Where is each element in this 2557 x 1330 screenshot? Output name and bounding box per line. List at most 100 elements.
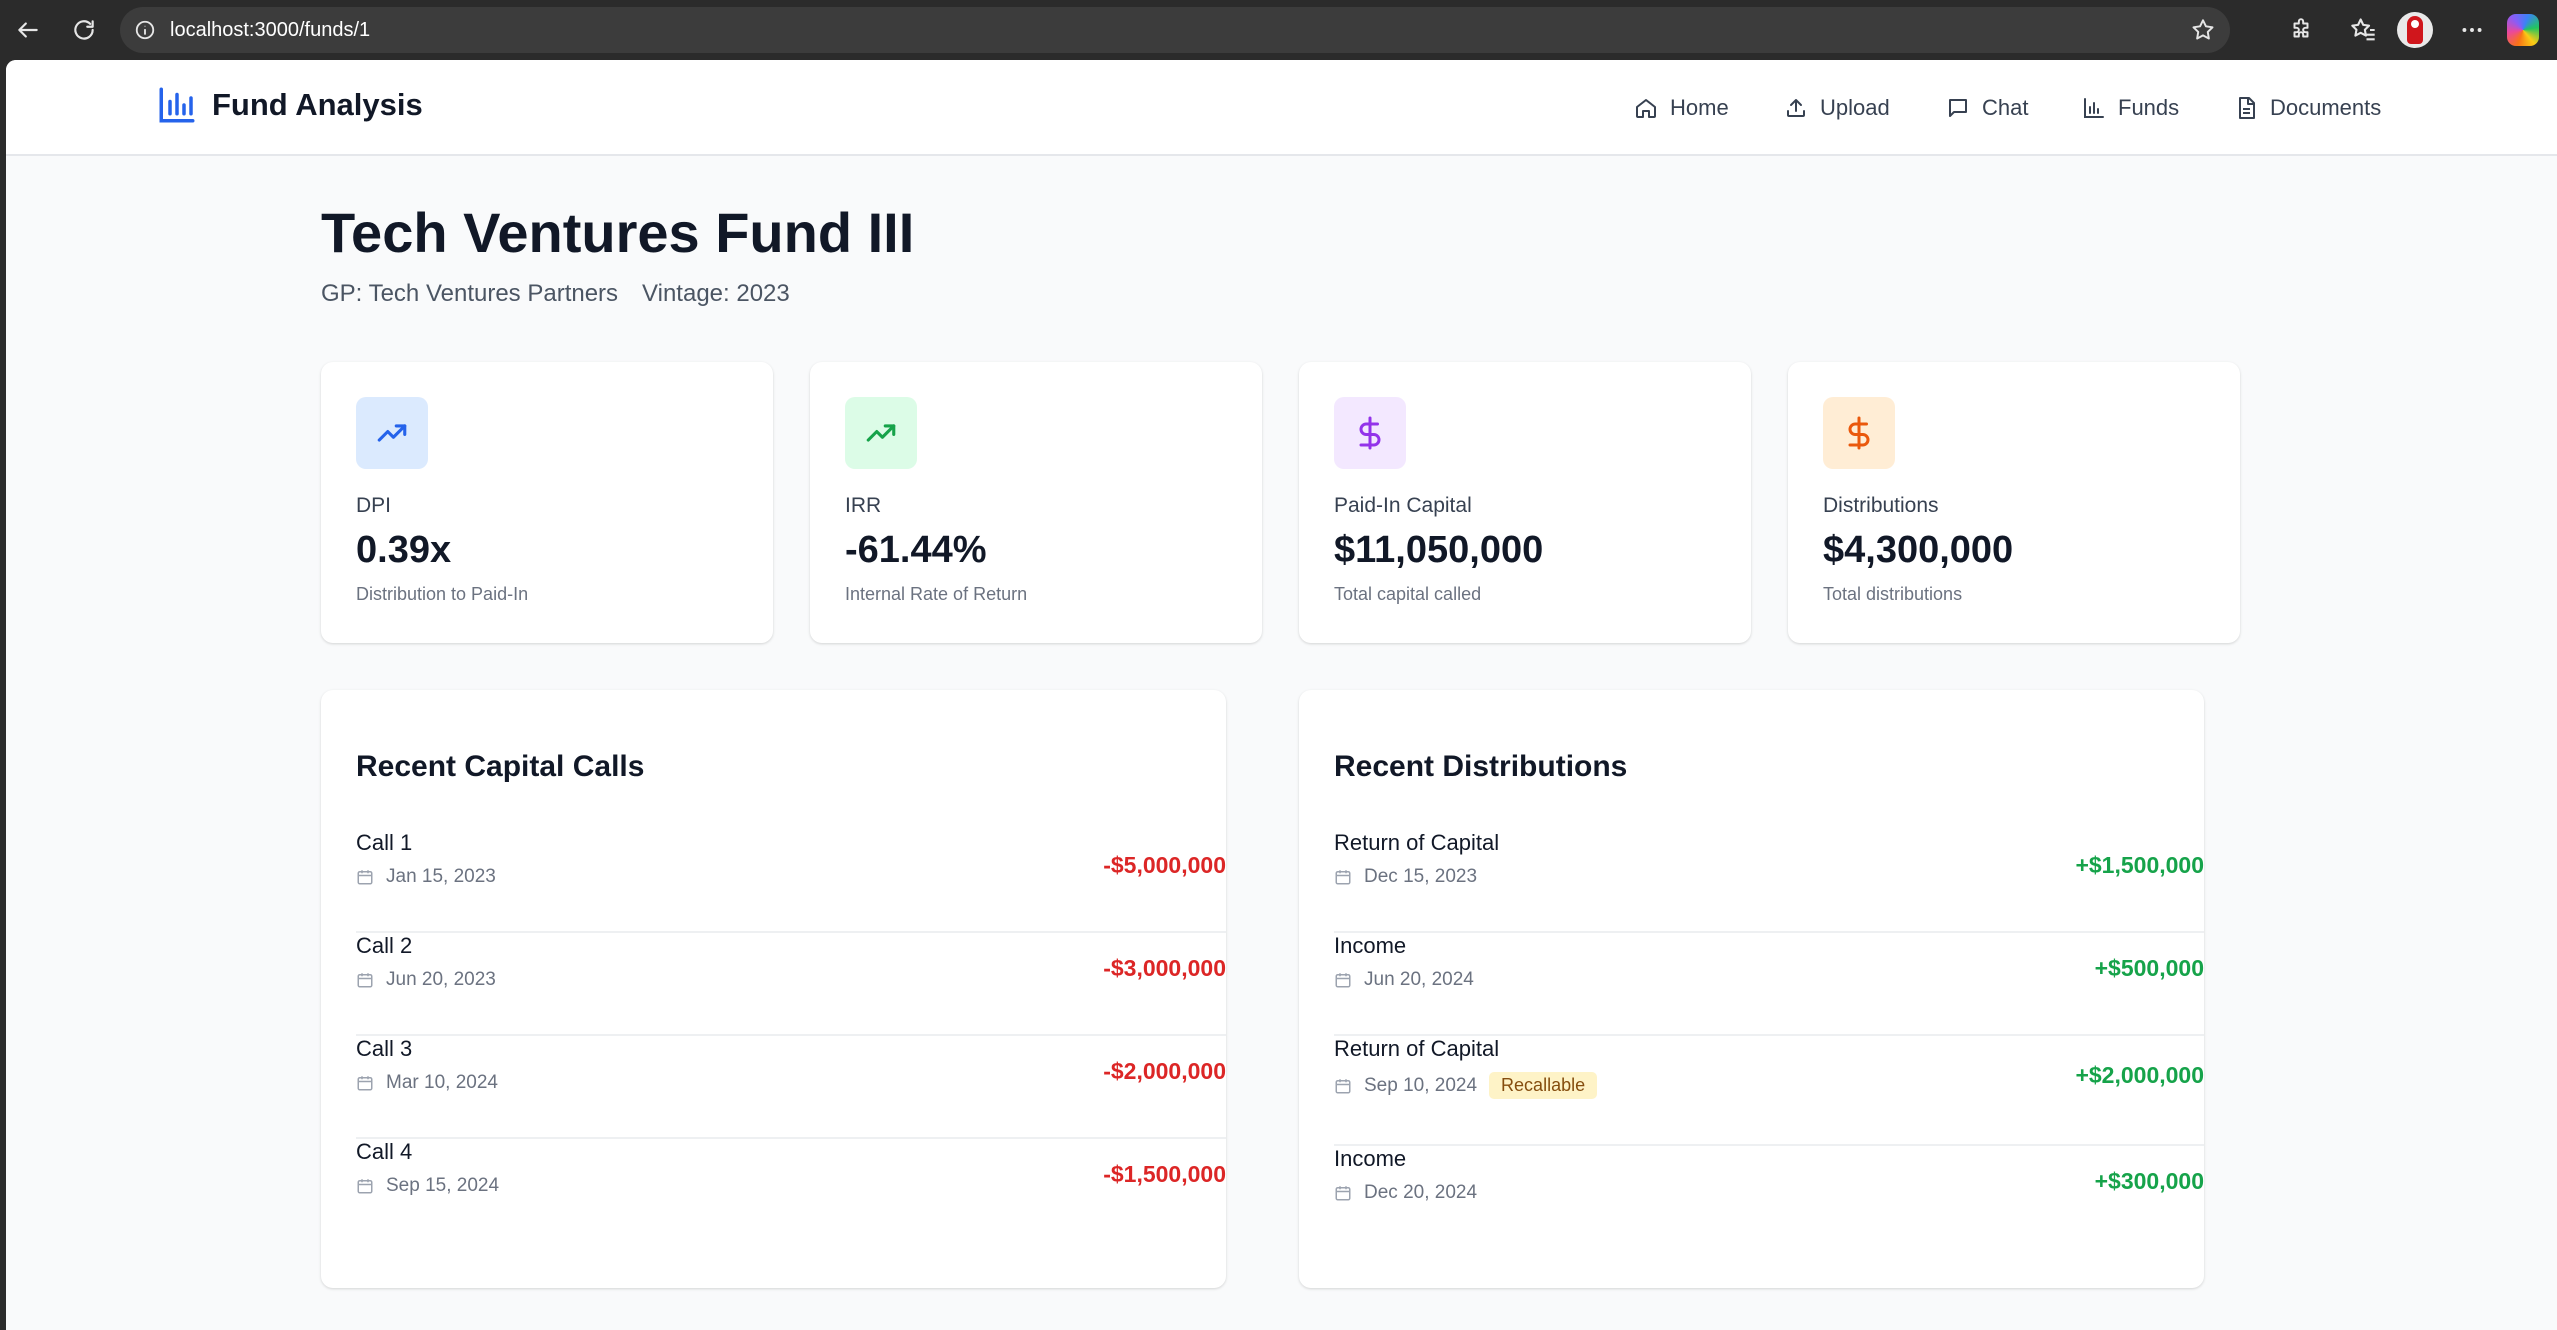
stat-description: Total capital called: [1334, 584, 1482, 604]
trending-up-icon: [356, 397, 428, 469]
row-title: Call 4: [356, 1139, 413, 1164]
copilot-icon[interactable]: [2507, 14, 2539, 46]
row-amount: +$300,000: [2094, 1168, 2204, 1194]
capital-call-row[interactable]: Call 1 Jan 15, 2023 -$5,000,000: [356, 830, 1226, 933]
row-amount: -$3,000,000: [1103, 955, 1226, 981]
back-arrow-icon[interactable]: [8, 10, 48, 50]
capital-calls-title: Recent Capital Calls: [356, 750, 645, 783]
stat-card-paid-in-capital: Paid-In Capital $11,050,000 Total capita…: [1299, 362, 1751, 643]
stat-description: Total distributions: [1823, 584, 1963, 604]
profile-avatar[interactable]: [2397, 12, 2433, 48]
favorites-icon[interactable]: [2343, 10, 2383, 50]
page-viewport: Fund Analysis Home Upload Chat Funds Doc…: [6, 60, 2557, 1330]
row-date-text: Jun 20, 2024: [1364, 969, 1474, 990]
capital-calls-card: Recent Capital Calls Call 1 Jan 15, 2023…: [321, 690, 1226, 1288]
row-date-text: Mar 10, 2024: [386, 1072, 498, 1093]
nav-upload[interactable]: Upload: [1784, 90, 1890, 126]
chat-icon: [1949, 99, 1967, 117]
row-date: Dec 15, 2023: [1334, 866, 1477, 888]
row-date: Dec 20, 2024: [1334, 1182, 1477, 1204]
document-icon: [2239, 97, 2255, 119]
nav-home[interactable]: Home: [1634, 90, 1729, 126]
distribution-row[interactable]: Return of Capital Sep 10, 2024 Recallabl…: [1334, 1036, 2204, 1146]
home-icon: [1636, 99, 1656, 118]
browser-toolbar: localhost:3000/funds/1: [0, 0, 2557, 60]
extensions-icon[interactable]: [2281, 10, 2321, 50]
nav-funds-label: Funds: [2118, 95, 2180, 120]
row-date-text: Dec 15, 2023: [1364, 866, 1478, 887]
row-date: Jun 20, 2023: [356, 969, 496, 991]
calendar-icon: [357, 1076, 373, 1091]
row-title: Call 2: [356, 933, 413, 958]
row-date-text: Dec 20, 2024: [1364, 1182, 1478, 1203]
fund-vintage: Vintage: 2023: [642, 280, 790, 307]
stat-label: DPI: [356, 494, 392, 517]
stat-description: Distribution to Paid-In: [356, 584, 529, 604]
row-title: Income: [1334, 1146, 1407, 1171]
row-date-text: Sep 10, 2024: [1364, 1074, 1478, 1096]
stat-card-dpi: DPI 0.39x Distribution to Paid-In: [321, 362, 773, 643]
distribution-row[interactable]: Return of Capital Dec 15, 2023 +$1,500,0…: [1334, 830, 2204, 933]
row-amount: +$2,000,000: [2075, 1062, 2204, 1088]
nav-documents[interactable]: Documents: [2234, 90, 2381, 126]
row-date: Sep 10, 2024 Recallable: [1334, 1072, 1598, 1099]
reload-icon[interactable]: [64, 10, 104, 50]
nav-chat[interactable]: Chat: [1946, 90, 2028, 126]
distribution-row[interactable]: Income Jun 20, 2024 +$500,000: [1334, 933, 2204, 1036]
capital-call-row[interactable]: Call 4 Sep 15, 2024 -$1,500,000: [356, 1139, 1226, 1242]
capital-call-row[interactable]: Call 3 Mar 10, 2024 -$2,000,000: [356, 1036, 1226, 1139]
address-url[interactable]: localhost:3000/funds/1: [170, 19, 370, 42]
bar-chart-icon: [2084, 98, 2104, 118]
stat-label: IRR: [845, 494, 882, 517]
distributions-title: Recent Distributions: [1334, 750, 1628, 783]
row-title: Return of Capital: [1334, 830, 1500, 855]
row-date: Mar 10, 2024: [356, 1072, 498, 1094]
brand-logo[interactable]: Fund Analysis: [156, 84, 423, 126]
address-bar[interactable]: localhost:3000/funds/1: [120, 7, 2230, 53]
row-date: Jun 20, 2024: [1334, 969, 1474, 991]
row-title: Call 1: [356, 830, 413, 855]
recallable-badge: Recallable: [1489, 1072, 1598, 1099]
row-amount: -$1,500,000: [1103, 1161, 1226, 1187]
row-amount: +$500,000: [2094, 955, 2204, 981]
nav-home-label: Home: [1670, 95, 1729, 120]
brand-name: Fund Analysis: [212, 87, 423, 122]
stat-value: $11,050,000: [1334, 529, 1544, 571]
row-amount: -$5,000,000: [1103, 852, 1226, 878]
distribution-row[interactable]: Income Dec 20, 2024 +$300,000: [1334, 1146, 2204, 1249]
stat-value: -61.44%: [845, 529, 987, 571]
fund-meta: GP: Tech Ventures Partners Vintage: 2023: [321, 280, 790, 308]
fund-gp: GP: Tech Ventures Partners: [321, 280, 619, 307]
row-date-text: Jan 15, 2023: [386, 866, 496, 887]
favorite-star-icon[interactable]: [2190, 17, 2216, 48]
calendar-icon: [1335, 973, 1351, 988]
stat-card-distributions: Distributions $4,300,000 Total distribut…: [1788, 362, 2240, 643]
row-title: Income: [1334, 933, 1407, 958]
nav-funds[interactable]: Funds: [2082, 90, 2179, 126]
stat-value: $4,300,000: [1823, 529, 2014, 571]
calendar-icon: [357, 973, 373, 988]
calendar-icon: [357, 870, 373, 885]
stat-value: 0.39x: [356, 529, 452, 571]
stat-label: Distributions: [1823, 494, 1939, 517]
dollar-icon: [1823, 397, 1895, 469]
top-navbar: Fund Analysis Home Upload Chat Funds Doc…: [6, 60, 2557, 156]
row-date-text: Jun 20, 2023: [386, 969, 496, 990]
calendar-icon: [357, 1179, 373, 1194]
row-title: Call 3: [356, 1036, 413, 1061]
row-date: Sep 15, 2024: [356, 1175, 499, 1197]
row-amount: -$2,000,000: [1103, 1058, 1226, 1084]
calendar-icon: [1335, 1186, 1351, 1201]
capital-call-row[interactable]: Call 2 Jun 20, 2023 -$3,000,000: [356, 933, 1226, 1036]
nav-chat-label: Chat: [1982, 95, 2029, 120]
page-title: Tech Ventures Fund III: [321, 201, 915, 264]
site-info-icon[interactable]: [134, 19, 156, 46]
stat-label: Paid-In Capital: [1334, 494, 1472, 517]
calendar-icon: [1335, 1078, 1351, 1093]
row-title: Return of Capital: [1334, 1036, 1500, 1061]
more-options-icon[interactable]: [2452, 10, 2492, 50]
row-date-text: Sep 15, 2024: [386, 1175, 500, 1196]
dollar-icon: [1334, 397, 1406, 469]
calendar-icon: [1335, 870, 1351, 885]
stat-description: Internal Rate of Return: [845, 584, 1028, 604]
